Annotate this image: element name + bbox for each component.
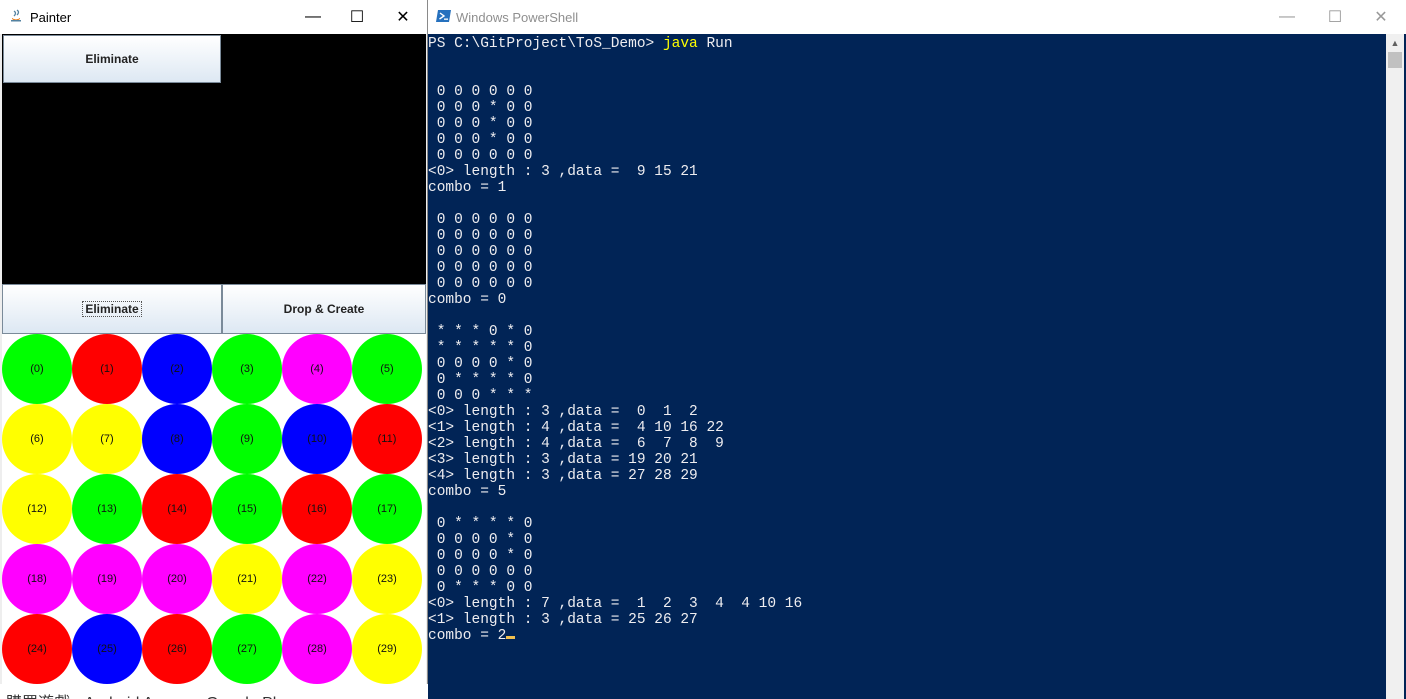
eliminate-button[interactable]: Eliminate (2, 284, 222, 334)
ball-19[interactable]: (19) (72, 544, 142, 614)
ball-25[interactable]: (25) (72, 614, 142, 684)
ball-20[interactable]: (20) (142, 544, 212, 614)
console-text: PS C:\GitProject\ToS_Demo> java Run 0 0 … (428, 36, 802, 644)
ball-5[interactable]: (5) (352, 334, 422, 404)
console-cursor (506, 636, 516, 639)
ps-close-button[interactable]: ✕ (1358, 0, 1404, 34)
close-button[interactable]: ✕ (380, 0, 426, 34)
maximize-icon: ☐ (349, 9, 365, 26)
ball-7[interactable]: (7) (72, 404, 142, 474)
ball-22[interactable]: (22) (282, 544, 352, 614)
console-command-keyword: java (662, 36, 698, 52)
ball-grid: (0) (1) (2) (3) (4) (5) (6) (7) (8) (9) (10) (11) (1… (2, 334, 426, 684)
powershell-titlebar[interactable]: Windows PowerShell — ☐ ✕ (428, 0, 1406, 34)
ball-16[interactable]: (16) (282, 474, 352, 544)
powershell-window: Windows PowerShell — ☐ ✕ PS C:\GitProjec… (428, 0, 1406, 699)
ball-10[interactable]: (10) (282, 404, 352, 474)
ball-11[interactable]: (11) (352, 404, 422, 474)
eliminate-label: Eliminate (82, 301, 142, 317)
ball-3[interactable]: (3) (212, 334, 282, 404)
console-output-body: 0 0 0 0 0 0 0 0 0 * 0 0 0 0 0 * 0 0 0 0 … (428, 84, 803, 644)
ball-23[interactable]: (23) (352, 544, 422, 614)
ball-24[interactable]: (24) (2, 614, 72, 684)
java-icon (11, 9, 21, 22)
maximize-button[interactable]: ☐ (334, 0, 380, 34)
ball-9[interactable]: (9) (212, 404, 282, 474)
drop-create-label: Drop & Create (283, 302, 365, 316)
ball-6[interactable]: (6) (2, 404, 72, 474)
ball-13[interactable]: (13) (72, 474, 142, 544)
ball-17[interactable]: (17) (352, 474, 422, 544)
ball-12[interactable]: (12) (2, 474, 72, 544)
ball-27[interactable]: (27) (212, 614, 282, 684)
painter-titlebar[interactable]: Painter — ☐ ✕ (0, 0, 427, 34)
ball-18[interactable]: (18) (2, 544, 72, 614)
ball-0[interactable]: (0) (2, 334, 72, 404)
maximize-icon: ☐ (1327, 9, 1343, 26)
background-window-strip: 購買遊戲 - Android Apps on Google Play (0, 684, 428, 699)
console-output[interactable]: PS C:\GitProject\ToS_Demo> java Run 0 0 … (428, 34, 1386, 699)
ball-8[interactable]: (8) (142, 404, 212, 474)
painter-title: Painter (30, 10, 72, 25)
powershell-icon (436, 10, 451, 22)
drop-create-button[interactable]: Drop & Create (222, 284, 426, 334)
powershell-title: Windows PowerShell (456, 10, 579, 25)
ball-28[interactable]: (28) (282, 614, 352, 684)
painter-window: Painter — ☐ ✕ Eliminate Eliminate Drop &… (0, 0, 428, 699)
ball-4[interactable]: (4) (282, 334, 352, 404)
scrollbar-thumb[interactable] (1388, 52, 1402, 68)
minimize-button[interactable]: — (290, 0, 336, 34)
ps-maximize-button[interactable]: ☐ (1312, 0, 1358, 34)
ball-21[interactable]: (21) (212, 544, 282, 614)
ps-minimize-button[interactable]: — (1264, 0, 1310, 34)
ball-15[interactable]: (15) (212, 474, 282, 544)
background-window-text: 購買遊戲 - Android Apps on Google Play (6, 689, 293, 699)
console-scrollbar[interactable]: ▲ (1386, 34, 1404, 699)
close-icon: ✕ (396, 9, 410, 26)
ball-26[interactable]: (26) (142, 614, 212, 684)
ball-1[interactable]: (1) (72, 334, 142, 404)
ball-2[interactable]: (2) (142, 334, 212, 404)
close-icon: ✕ (1374, 9, 1388, 26)
ball-29[interactable]: (29) (352, 614, 422, 684)
console-command-args: Run (697, 36, 733, 52)
eliminate-top-label: Eliminate (85, 52, 139, 66)
scroll-up-arrow-icon[interactable]: ▲ (1386, 34, 1404, 52)
minimize-icon: — (1279, 8, 1295, 25)
minimize-icon: — (305, 8, 321, 25)
eliminate-top-button[interactable]: Eliminate (3, 35, 221, 83)
console-prompt: PS C:\GitProject\ToS_Demo> (428, 36, 663, 52)
ball-14[interactable]: (14) (142, 474, 212, 544)
